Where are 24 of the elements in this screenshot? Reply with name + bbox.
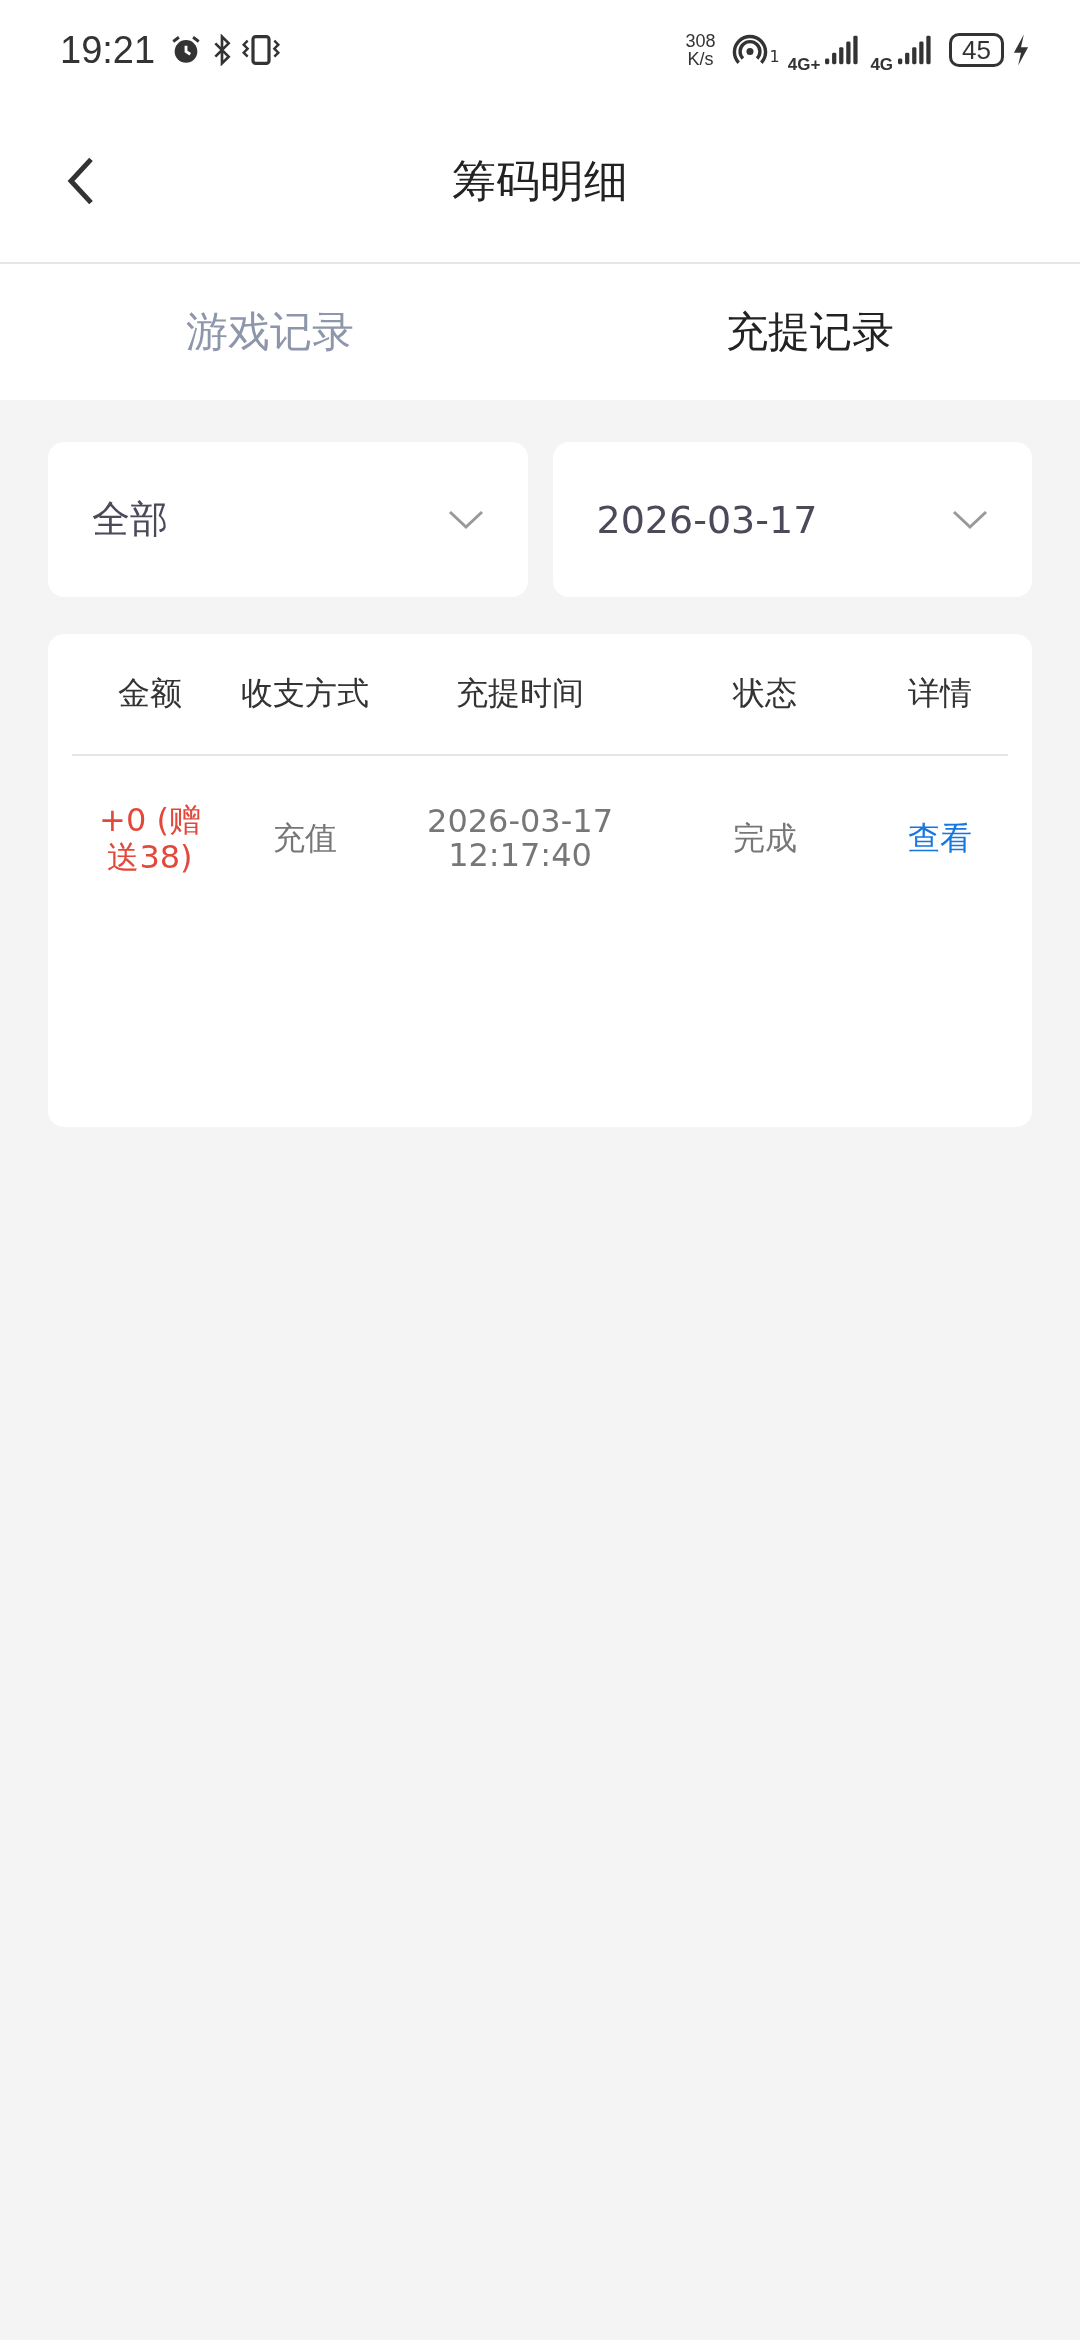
- net-speed-unit: K/s: [687, 50, 714, 68]
- vibrate-icon: [241, 33, 282, 67]
- amount-cell-text: +0 (赠送38): [98, 801, 202, 876]
- dropdown[interactable]: 全部: [48, 442, 528, 597]
- view-link[interactable]: 查看: [907, 816, 972, 861]
- hotspot-count: 1: [769, 47, 780, 66]
- net-speed-value: 308: [685, 32, 716, 50]
- battery-level: 45: [949, 33, 1004, 67]
- column-header: 收支方式: [240, 673, 370, 714]
- column-header: 详情: [906, 673, 973, 714]
- network-type: 4G+: [787, 55, 821, 75]
- table-cell-text: 完成: [732, 817, 798, 859]
- chevron-down-icon: [952, 509, 988, 530]
- column-header: 金额: [117, 673, 183, 714]
- tab[interactable]: 充提记录: [540, 264, 1080, 400]
- chevron-down-icon: [447, 509, 484, 530]
- column-header: 状态: [731, 673, 798, 714]
- dropdown[interactable]: 2026-03-17: [552, 442, 1032, 597]
- page-title: 筹码明细: [452, 153, 628, 208]
- column-header: 充提时间: [455, 673, 585, 714]
- table-cell-text: 充值: [272, 817, 338, 859]
- clock-time: 19:21: [60, 28, 156, 72]
- network-type: 4G: [870, 55, 894, 75]
- time-cell-text: 2026-03-17 12:17:40: [426, 804, 614, 873]
